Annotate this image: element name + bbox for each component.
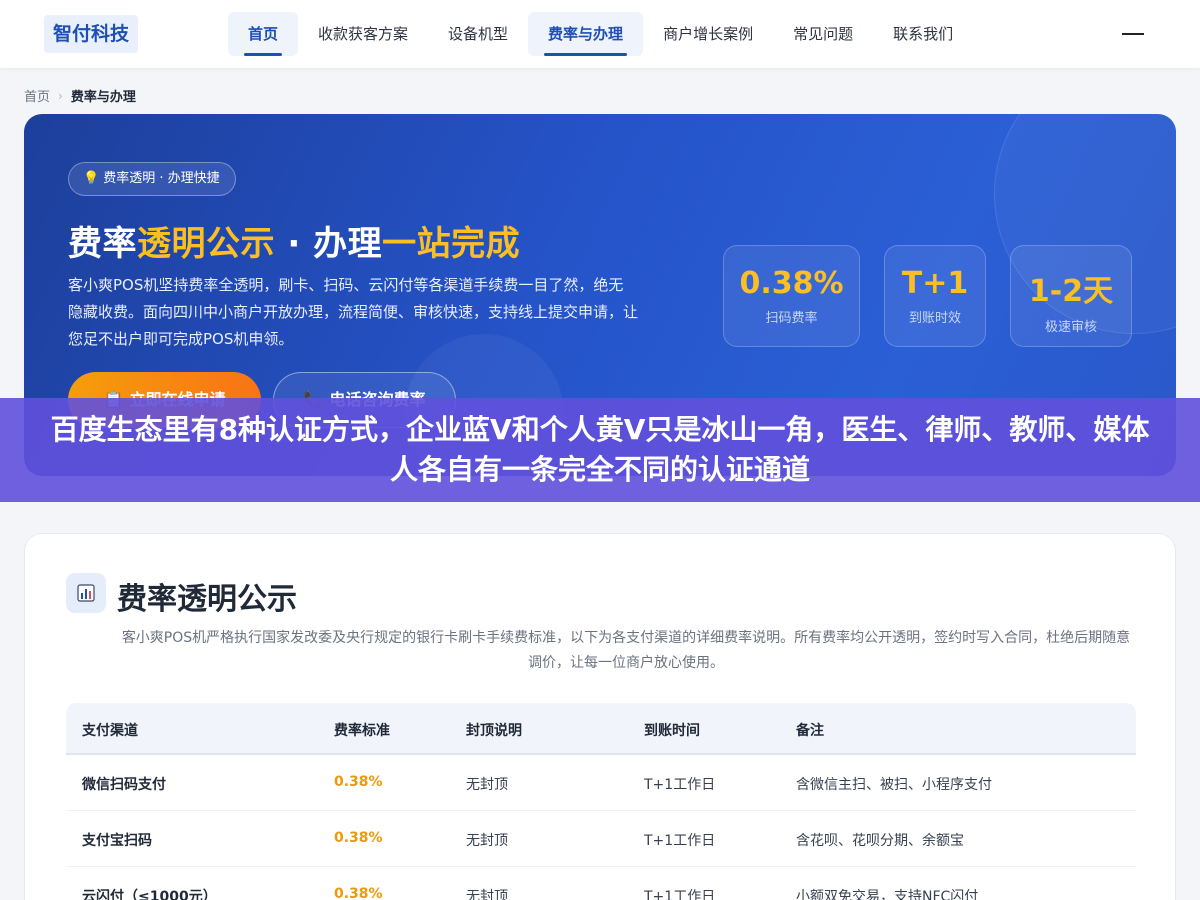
table-cell: 无封顶 [466, 777, 508, 793]
hero-tag-label: 费率透明 · 办理快捷 [103, 171, 220, 186]
hero-title-part: 费率 [68, 224, 137, 264]
breadcrumb-home[interactable]: 首页 [24, 86, 50, 105]
table-row: 云闪付（≤1000元） 0.38% 无封顶 T+1工作日 小额双免交易，支持NF… [66, 867, 1136, 900]
stat-label: 到账时效 [908, 311, 961, 326]
hero-title-highlight: 一站完成 [382, 224, 521, 264]
nav-item-cases[interactable]: 商户增长案例 [643, 12, 773, 56]
nav-item-faq[interactable]: 常见问题 [773, 12, 873, 56]
section-title: 费率透明公示 [117, 582, 297, 617]
breadcrumb-separator: › [58, 88, 63, 103]
nav-item-solutions[interactable]: 收款获客方案 [298, 12, 428, 56]
stat-card-settlement: T+1 到账时效 [884, 245, 986, 347]
stat-card-review: 1-2天 极速审核 [1010, 245, 1132, 347]
table-cell: 微信扫码支付 [82, 777, 166, 793]
hero-title: 费率透明公示 · 办理一站完成 [68, 216, 520, 265]
nav-item-contact[interactable]: 联系我们 [873, 12, 973, 56]
overlay-banner: 百度生态里有8种认证方式，企业蓝V和个人黄V只是冰山一角，医生、律师、教师、媒体… [0, 398, 1200, 502]
nav-item-rates[interactable]: 费率与办理 [528, 12, 644, 56]
breadcrumb-current: 费率与办理 [70, 90, 136, 105]
hero-description: 客小爽POS机坚持费率全透明，刷卡、扫码、云闪付等各渠道手续费一目了然，绝无隐藏… [68, 276, 639, 348]
column-header: 到账时间 [644, 723, 700, 739]
table-cell: 含花呗、花呗分期、余额宝 [796, 833, 964, 849]
table-cell: 0.38% [334, 774, 383, 790]
table-cell: 小额双免交易，支持NFC闪付 [796, 889, 979, 900]
section-description: 客小爽POS机严格执行国家发改委及央行规定的银行卡刷卡手续费标准，以下为各支付渠… [121, 630, 1131, 671]
stat-label: 极速审核 [1044, 320, 1097, 335]
column-header: 费率标准 [334, 723, 390, 739]
rate-disclosure-card: 费率透明公示 客小爽POS机严格执行国家发改委及央行规定的银行卡刷卡手续费标准，… [24, 533, 1176, 900]
stat-value: 0.38% [739, 266, 844, 301]
lightbulb-icon: 💡 [83, 171, 100, 186]
table-row: 微信扫码支付 0.38% 无封顶 T+1工作日 含微信主扫、被扫、小程序支付 [66, 755, 1136, 811]
table-cell: T+1工作日 [644, 777, 716, 793]
hero-tag: 💡 费率透明 · 办理快捷 [68, 162, 236, 196]
breadcrumb: 首页 › 费率与办理 [24, 86, 136, 106]
table-cell: 0.38% [334, 830, 383, 846]
stat-label: 扫码费率 [765, 311, 818, 326]
stat-card-scan-rate: 0.38% 扫码费率 [723, 245, 860, 347]
hero-title-highlight: 透明公示 [137, 224, 275, 264]
table-cell: 无封顶 [466, 833, 508, 849]
column-header: 支付渠道 [82, 723, 138, 739]
table-header: 支付渠道 费率标准 封顶说明 到账时间 备注 [66, 703, 1136, 755]
table-cell: 支付宝扫码 [82, 833, 152, 849]
main-nav: 首页 收款获客方案 设备机型 费率与办理 商户增长案例 常见问题 联系我们 [228, 12, 973, 56]
stat-value: T+1 [901, 266, 969, 301]
table-cell: T+1工作日 [644, 889, 716, 900]
hero-title-part: · 办理 [275, 224, 383, 264]
bar-chart-icon [66, 573, 106, 613]
table-cell: 含微信主扫、被扫、小程序支付 [796, 777, 992, 793]
overlay-text: 百度生态里有8种认证方式，企业蓝V和个人黄V只是冰山一角，医生、律师、教师、媒体… [50, 413, 1150, 486]
stat-value: 1-2天 [1028, 274, 1114, 309]
column-header: 备注 [796, 723, 824, 739]
nav-item-home[interactable]: 首页 [228, 12, 299, 56]
table-cell: 无封顶 [466, 889, 508, 900]
nav-item-devices[interactable]: 设备机型 [428, 12, 528, 56]
site-header: 智付科技 首页 收款获客方案 设备机型 费率与办理 商户增长案例 常见问题 联系… [0, 0, 1200, 68]
table-cell: 0.38% [334, 886, 383, 900]
column-header: 封顶说明 [466, 723, 522, 739]
site-logo[interactable]: 智付科技 [44, 15, 139, 53]
table-row: 支付宝扫码 0.38% 无封顶 T+1工作日 含花呗、花呗分期、余额宝 [66, 811, 1136, 867]
table-cell: T+1工作日 [644, 833, 716, 849]
rate-table: 支付渠道 费率标准 封顶说明 到账时间 备注 微信扫码支付 0.38% 无封顶 … [66, 703, 1136, 900]
table-cell: 云闪付（≤1000元） [82, 889, 217, 900]
menu-icon[interactable] [1122, 24, 1146, 44]
